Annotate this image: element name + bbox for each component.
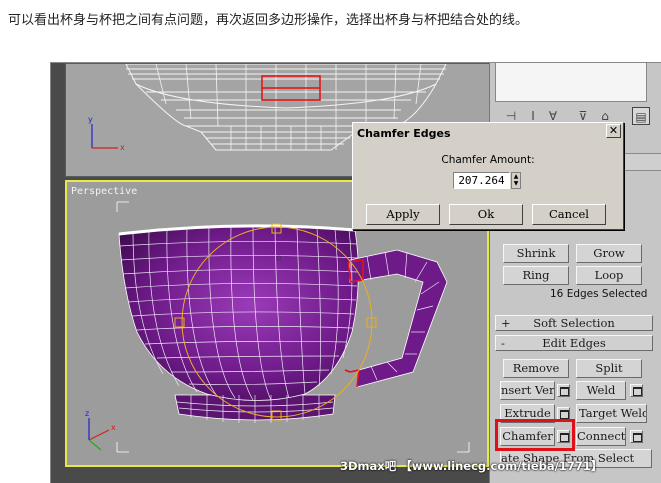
- close-icon[interactable]: ✕: [606, 124, 621, 138]
- connect-button[interactable]: Connect: [576, 427, 626, 446]
- svg-text:x: x: [120, 143, 125, 152]
- svg-text:z: z: [85, 409, 89, 418]
- cancel-button[interactable]: Cancel: [532, 204, 606, 225]
- chamfer-amount-spinner: 207.264 ▲ ▼: [453, 172, 521, 189]
- spinner-arrows-icon[interactable]: ▲ ▼: [511, 172, 521, 189]
- svg-text:x: x: [111, 423, 116, 432]
- dialog-title: Chamfer Edges: [355, 125, 621, 143]
- watermark-text: 3Dmax吧 【www.linecg.com/tieba/1771】: [340, 459, 603, 473]
- caption-text: 可以看出杯身与杯把之间有点问题，再次返回多边形操作，选择出杯身与杯把结合处的线。: [8, 13, 529, 28]
- connect-settings-icon[interactable]: [630, 430, 643, 443]
- rollout-title: Edit Edges: [542, 336, 606, 350]
- ok-button[interactable]: Ok: [449, 204, 523, 225]
- chamfer-amount-label: Chamfer Amount:: [441, 154, 535, 166]
- configure-icon[interactable]: ▤: [632, 107, 650, 125]
- split-button[interactable]: Split: [576, 359, 642, 378]
- rollout-title: Soft Selection: [533, 316, 615, 330]
- loop-button[interactable]: Loop: [576, 266, 642, 285]
- grow-button[interactable]: Grow: [576, 244, 642, 263]
- svg-text:y: y: [88, 115, 93, 124]
- apply-button[interactable]: Apply: [366, 204, 440, 225]
- target-weld-button[interactable]: Target Weld: [576, 404, 647, 423]
- ring-button[interactable]: Ring: [503, 266, 569, 285]
- insert-vertex-button[interactable]: nsert Verte: [500, 381, 555, 400]
- chamfer-edges-dialog: Chamfer Edges ✕ Chamfer Amount: 207.264 …: [352, 122, 624, 230]
- soft-selection-rollout[interactable]: + Soft Selection: [495, 315, 653, 331]
- chamfer-highlight: [495, 419, 575, 451]
- modifier-stack-box[interactable]: [495, 63, 647, 102]
- weld-settings-icon[interactable]: [630, 384, 643, 397]
- selection-status: 16 Edges Selected: [550, 288, 648, 300]
- insert-vertex-settings-icon[interactable]: [557, 384, 570, 397]
- shrink-button[interactable]: Shrink: [503, 244, 569, 263]
- viewport-label: Perspective: [71, 186, 138, 197]
- remove-button[interactable]: Remove: [503, 359, 569, 378]
- edit-edges-rollout[interactable]: - Edit Edges: [495, 335, 653, 351]
- chamfer-amount-input[interactable]: 207.264: [453, 172, 510, 189]
- weld-button[interactable]: Weld: [576, 381, 626, 400]
